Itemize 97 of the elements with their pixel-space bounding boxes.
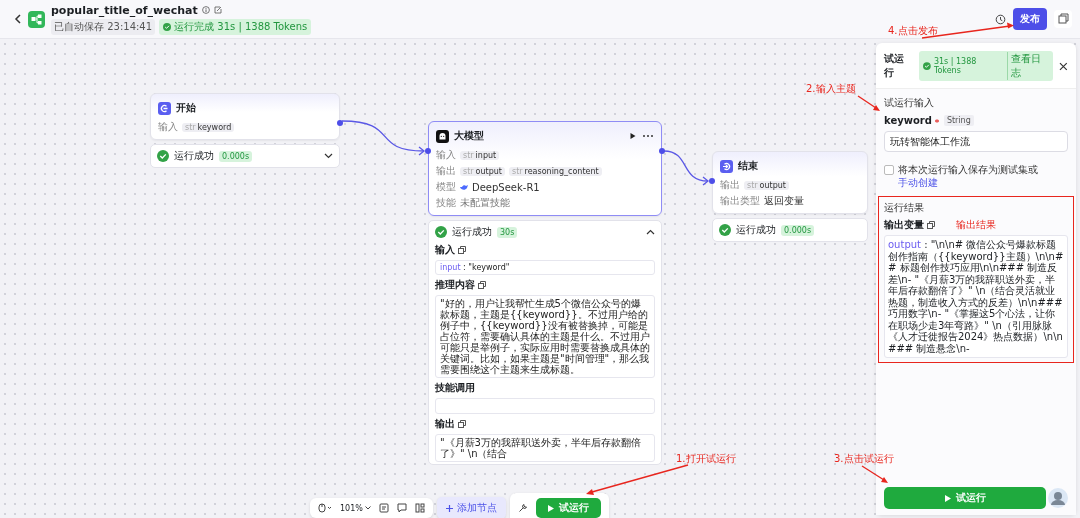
node-title: 大模型 <box>454 129 484 143</box>
section-label: 输入 <box>435 243 455 257</box>
edit-icon[interactable] <box>213 6 222 14</box>
comment-icon[interactable] <box>396 503 407 513</box>
status-text: 运行成功 <box>174 149 214 163</box>
variable-tag: str input <box>460 150 500 160</box>
field-value: 返回变量 <box>764 194 804 208</box>
status-text: 运行成功 <box>452 225 492 239</box>
section-label: 推理内容 <box>435 278 475 292</box>
minimap-icon[interactable] <box>378 503 389 513</box>
test-run-button[interactable]: 试运行 <box>535 498 601 518</box>
annotation-label: 1.打开试运行 <box>676 452 736 466</box>
layout-icon[interactable] <box>414 503 425 513</box>
history-icon[interactable] <box>995 13 1006 25</box>
copy-icon[interactable] <box>927 221 935 229</box>
copy-icon[interactable] <box>478 281 486 289</box>
workflow-node[interactable]: 大模型 输入 str input 输出 str output str reasoning_content 模型 DeepSeek-R1 技能 未配置技能 <box>428 121 662 216</box>
panel-title: 试运行 <box>884 52 905 80</box>
wrench-icon[interactable] <box>517 503 528 513</box>
add-node-button[interactable]: 添加节点 <box>436 497 506 518</box>
run-status-tag: 运行完成 31s | 1388 Tokens <box>159 18 312 35</box>
play-icon[interactable] <box>629 132 637 140</box>
zoom-dropdown[interactable]: 101% <box>340 503 371 513</box>
field-label: 输出 <box>436 164 456 178</box>
checkbox[interactable] <box>884 165 894 175</box>
start-node-icon <box>158 101 171 115</box>
connector <box>663 150 710 186</box>
annotation-label: 3.点击试运行 <box>834 452 894 466</box>
variable-tag: str output <box>460 166 505 176</box>
copy-icon[interactable] <box>458 246 466 254</box>
output-variable-label: 输出变量 <box>884 218 924 232</box>
annotation-label: 4.点击发布 <box>888 24 938 38</box>
field-label: 技能 <box>436 196 456 210</box>
plus-icon <box>445 504 453 512</box>
keyword-input[interactable]: 玩转智能体工作流 <box>884 131 1068 152</box>
workflow-node[interactable]: 结束 输出 str output 输出类型 返回变量 <box>712 151 868 214</box>
output-text-box: output : "\n\n# 微信公众号爆款标题创作指南（{{keyword}}主题）\n\n## 标题创作技巧应用\n\n### 制造反差\n- "《月薪3万的我辞职送外卖，半年后存款翻倍了》" \n（结合灵活就业热题，制造收入方式的反差）\n\n### 巧用数字\n- "《掌握这5个心法，让你在职场少走3年弯路》" \n（引用脉脉《人才迁徙报告2024》热点数据）\n\n### 制造悬念\n- <box>884 235 1068 358</box>
field-label: 模型 <box>436 180 456 194</box>
play-icon <box>547 504 554 512</box>
section-label: 输出 <box>435 417 455 431</box>
section-title: 试运行输入 <box>884 96 935 110</box>
model-name: DeepSeek-R1 <box>472 181 540 193</box>
variable-tag: str output <box>744 180 789 190</box>
output-text-box: "《月薪3万的我辞职送外卖，半年后存款翻倍了》" \n（结合 <box>435 434 655 462</box>
view-log-link[interactable]: 查看日志 <box>1006 52 1050 80</box>
success-icon <box>157 150 169 162</box>
close-icon[interactable] <box>1059 61 1068 71</box>
play-icon <box>944 494 951 502</box>
field-label: 输入 <box>158 120 178 134</box>
publish-button[interactable]: 发布 <box>1013 8 1047 30</box>
variable-tag: str reasoning_content <box>509 166 602 176</box>
field-label: 输出类型 <box>720 194 760 208</box>
back-icon[interactable] <box>14 14 22 24</box>
success-icon <box>923 62 931 70</box>
node-title: 开始 <box>176 101 196 115</box>
success-icon <box>435 226 447 238</box>
duration-tag: 0.000s <box>781 224 815 236</box>
info-icon[interactable] <box>201 6 210 14</box>
end-node-icon <box>720 159 733 173</box>
workflow-title: popular_title_of_wechat <box>51 3 198 17</box>
field-value: 未配置技能 <box>460 196 510 210</box>
copy-icon[interactable] <box>458 420 466 428</box>
success-icon <box>719 224 731 236</box>
type-tag: String <box>943 115 974 126</box>
annotation-arrow <box>861 465 888 483</box>
create-link[interactable]: 手动创建 <box>898 177 938 188</box>
run-info-tag: 31s | 1388 Tokens 查看日志 <box>919 51 1054 81</box>
duration-tag: 0.000s <box>219 150 253 162</box>
input-value-field: input : "keyword" <box>435 260 655 275</box>
autosave-tag: 已自动保存 23:14:41 <box>51 18 156 35</box>
workflow-node[interactable]: 开始 输入 str keyword <box>150 93 340 140</box>
success-icon <box>163 22 172 31</box>
avatar-icon[interactable] <box>1048 488 1068 508</box>
parameter-name: keyword <box>884 115 932 126</box>
annotation-label: 2.输入主题 <box>806 82 856 96</box>
annotation-arrow <box>857 95 880 111</box>
annotation-label: 输出结果 <box>956 218 996 232</box>
more-icon[interactable] <box>642 134 654 138</box>
status-text: 运行成功 <box>736 223 776 237</box>
section-title: 运行结果 <box>884 201 925 215</box>
field-label: 输出 <box>720 178 740 192</box>
mouse-mode-icon[interactable] <box>318 503 332 513</box>
duration-tag: 30s <box>497 226 518 238</box>
variable-tag: str keyword <box>182 122 235 132</box>
reasoning-text-box: "好的，用户让我帮忙生成5个微信公众号的爆款标题，主题是{{keyword}}。不过用户给的例子中，{{keyword}}没有被替换掉，可能是占位符，需要确认具体的主题是什么。不过用户可能只是举例子，实际应用时需要替换成具体的关键词。比如，如果主题是"时间管理"，那么我需要围绕这个主题来生成标题。 <box>435 295 655 378</box>
caret-icon <box>364 506 371 510</box>
chevron-icon[interactable] <box>324 153 333 159</box>
workflow-logo-icon <box>28 10 45 28</box>
field-label: 输入 <box>436 148 456 162</box>
test-run-button[interactable]: 试运行 <box>884 487 1046 509</box>
whale-icon <box>460 183 468 191</box>
model-node-icon <box>436 129 449 143</box>
section-label: 技能调用 <box>435 381 475 395</box>
save-option-text: 将本次运行输入保存为测试集或 手动创建 <box>898 163 1039 189</box>
chevron-icon[interactable] <box>646 229 655 235</box>
copy-icon[interactable] <box>1054 10 1072 28</box>
node-title: 结束 <box>738 159 758 173</box>
